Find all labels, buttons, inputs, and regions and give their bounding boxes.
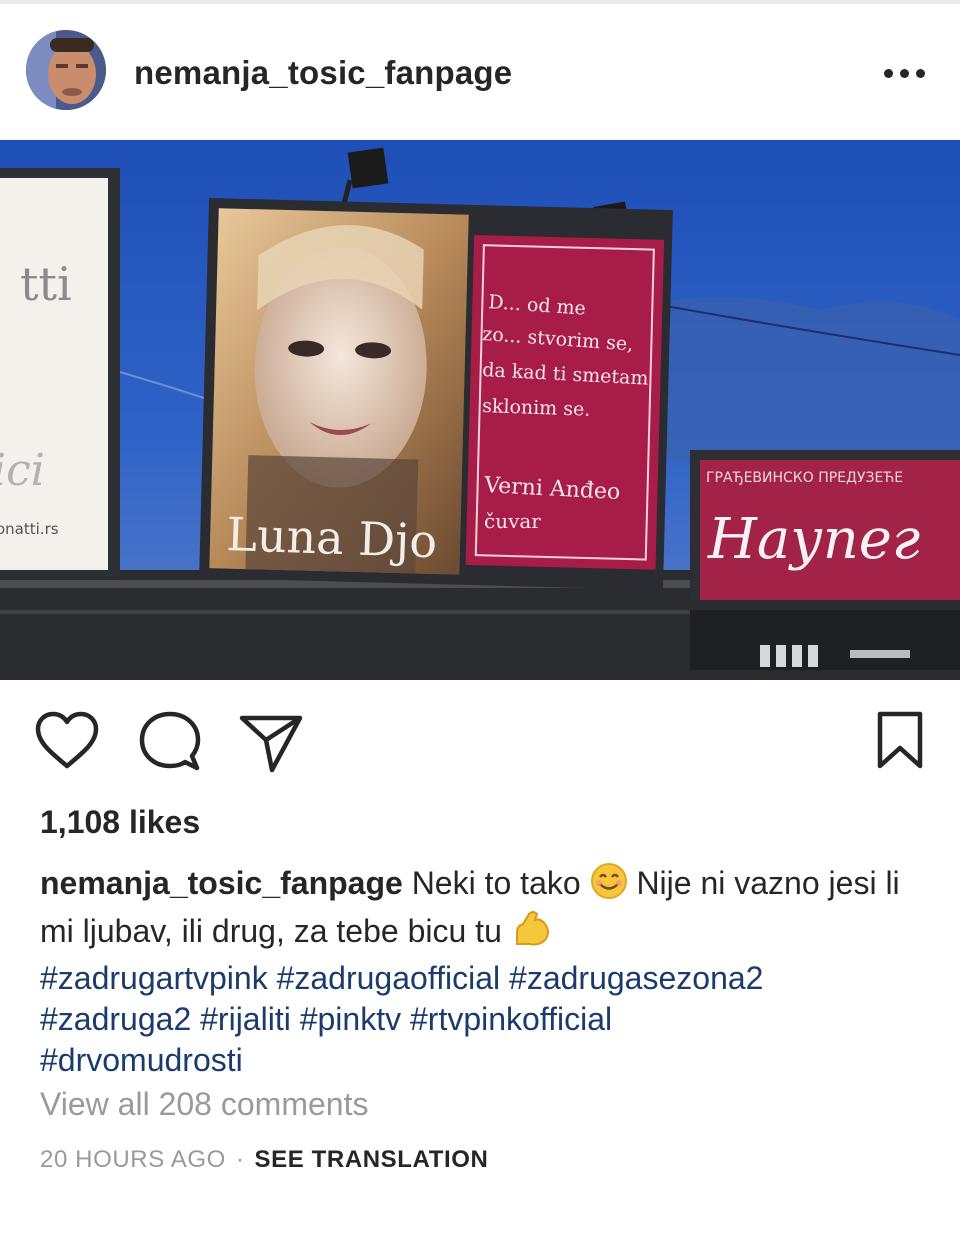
caption: nemanja_tosic_fanpage Neki to tako Nije … (40, 862, 930, 1081)
post-username[interactable]: nemanja_tosic_fanpage (134, 54, 512, 92)
share-button[interactable] (238, 712, 304, 774)
post-header: nemanja_tosic_fanpage (0, 18, 960, 128)
hashtags-line-3[interactable]: #drvomudrosti (40, 1042, 243, 1078)
right-sign-small: ГРАЂЕВИНСКО ПРЕДУЗЕЋЕ (706, 470, 903, 486)
flexed-biceps-icon (511, 910, 553, 958)
more-options-button[interactable] (880, 58, 930, 88)
top-divider (0, 0, 960, 4)
caption-text-1: Neki to tako (411, 865, 581, 901)
billboard-poem-line-4: sklonim se. (482, 395, 591, 421)
hashtags-line-1[interactable]: #zadrugartvpink #zadrugaofficial #zadrug… (40, 960, 763, 996)
bookmark-icon (877, 711, 923, 769)
post-meta: 20 HOURS AGO · SEE TRANSLATION (40, 1146, 488, 1174)
view-all-comments-link[interactable]: View all 208 comments (40, 1086, 368, 1123)
left-sign-text-1: tti (20, 257, 72, 311)
more-dot (900, 69, 909, 78)
left-sign-text-2: ici (0, 445, 45, 496)
see-translation-link[interactable]: SEE TRANSLATION (255, 1146, 489, 1173)
hashtags-line-2[interactable]: #zadruga2 #rijaliti #pinktv #rtvpinkoffi… (40, 1001, 612, 1037)
more-horizontal-icon (884, 69, 893, 78)
billboard-name: Luna Djo (226, 507, 438, 568)
more-dot (916, 69, 925, 78)
avatar-image (26, 30, 106, 110)
avatar[interactable] (26, 30, 106, 110)
save-button[interactable] (874, 710, 926, 772)
comment-button[interactable] (138, 710, 202, 772)
left-sign-text-3: onatti.rs (0, 520, 59, 538)
comment-icon (139, 711, 201, 771)
send-icon (239, 715, 303, 773)
right-sign-big: Наупег (707, 507, 920, 572)
meta-separator: · (235, 1146, 245, 1173)
post-timestamp: 20 HOURS AGO (40, 1146, 226, 1173)
likes-count[interactable]: 1,108 likes (40, 804, 200, 841)
action-bar (0, 700, 960, 790)
like-button[interactable] (34, 710, 100, 772)
post-photo[interactable]: tti ici onatti.rs D... od me zo... stvor… (0, 140, 960, 680)
billboard-photo: tti ici onatti.rs D... od me zo... stvor… (0, 140, 960, 680)
billboard-signature-line-2: čuvar (484, 509, 541, 533)
heart-icon (35, 711, 99, 769)
smiling-face-icon (590, 862, 628, 910)
caption-username[interactable]: nemanja_tosic_fanpage (40, 865, 403, 901)
